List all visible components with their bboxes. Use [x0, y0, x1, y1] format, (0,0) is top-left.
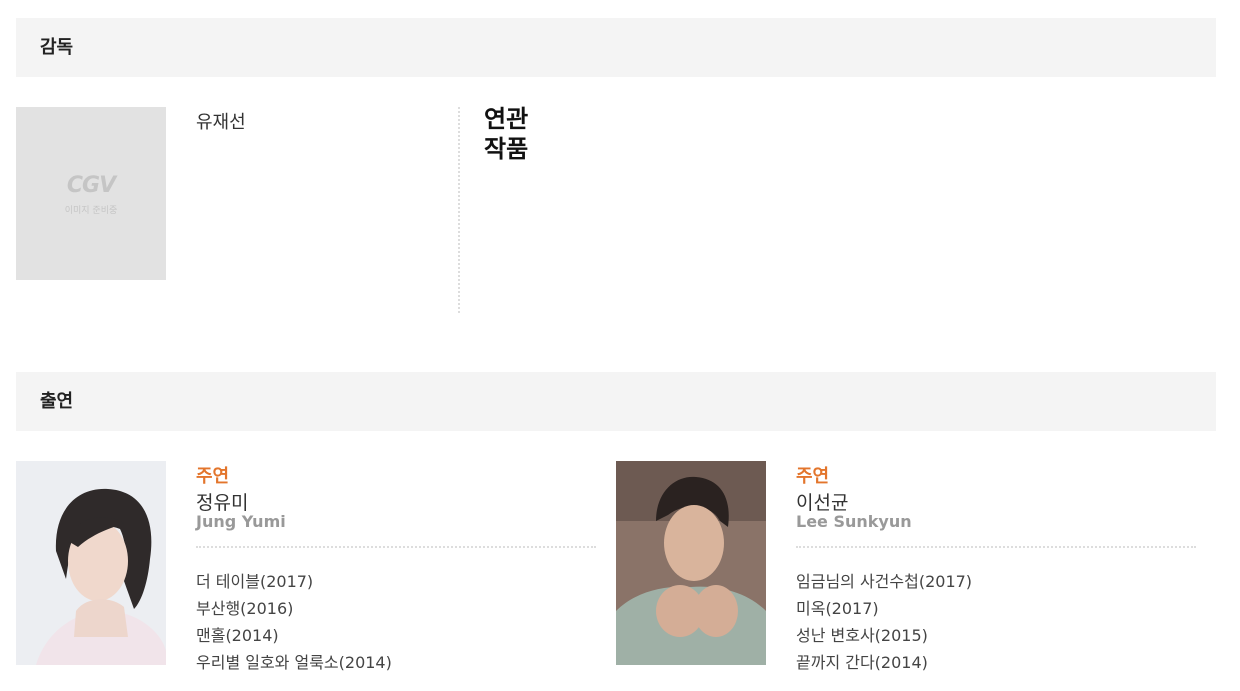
- dotted-divider: [196, 546, 596, 548]
- cast-section-title: 출연: [40, 391, 74, 412]
- actor-portrait-image: [616, 461, 766, 665]
- actor-name-link[interactable]: 이선균: [796, 488, 848, 515]
- image-preparing-text: 이미지 준비중: [64, 206, 118, 216]
- filmography-item[interactable]: 우리별 일호와 얼룩소(2014): [196, 649, 392, 676]
- vertical-divider: [458, 107, 460, 313]
- cast-section-header: 출연: [16, 372, 1216, 431]
- actor-english-name: Lee Sunkyun: [796, 512, 912, 531]
- filmography-item[interactable]: 더 테이블(2017): [196, 568, 392, 595]
- director-photo-placeholder: CGV 이미지 준비중: [16, 107, 166, 280]
- actor-filmography-list: 더 테이블(2017) 부산행(2016) 맨홀(2014) 우리별 일호와 얼…: [196, 568, 392, 676]
- actor-portrait-image: [16, 461, 166, 665]
- filmography-item[interactable]: 맨홀(2014): [196, 622, 392, 649]
- actor-photo-lee-sunkyun[interactable]: [616, 461, 766, 665]
- related-works-label: 연관 작품: [484, 105, 529, 163]
- dotted-divider: [796, 546, 1196, 548]
- filmography-item[interactable]: 미옥(2017): [796, 595, 972, 622]
- actor-role-badge: 주연: [196, 466, 230, 487]
- actor-role-badge: 주연: [796, 466, 830, 487]
- filmography-item[interactable]: 끝까지 간다(2014): [796, 649, 972, 676]
- actor-photo-jung-yumi[interactable]: [16, 461, 166, 665]
- cgv-logo: CGV: [66, 173, 116, 198]
- actor-english-name: Jung Yumi: [196, 512, 286, 531]
- filmography-item[interactable]: 임금님의 사건수첩(2017): [796, 568, 972, 595]
- filmography-item[interactable]: 부산행(2016): [196, 595, 392, 622]
- filmography-item[interactable]: 성난 변호사(2015): [796, 622, 972, 649]
- actor-filmography-list: 임금님의 사건수첩(2017) 미옥(2017) 성난 변호사(2015) 끝까…: [796, 568, 972, 676]
- director-section-header: 감독: [16, 18, 1216, 77]
- actor-name-link[interactable]: 정유미: [196, 488, 248, 515]
- director-section-title: 감독: [40, 37, 74, 58]
- director-name-link[interactable]: 유재선: [196, 108, 246, 134]
